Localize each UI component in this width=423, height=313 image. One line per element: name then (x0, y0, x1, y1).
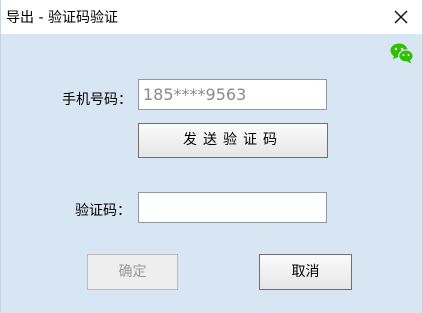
send-code-button[interactable]: 发送验证码 (138, 123, 328, 158)
close-icon (394, 10, 408, 24)
window-title: 导出 - 验证码验证 (6, 10, 118, 26)
code-field[interactable] (138, 192, 327, 223)
title-bar: 导出 - 验证码验证 (1, 0, 422, 34)
close-button[interactable] (388, 4, 414, 30)
code-label: 验证码： (75, 203, 131, 219)
phone-label: 手机号码： (62, 92, 132, 108)
confirm-button[interactable]: 确定 (87, 254, 178, 290)
cancel-button[interactable]: 取消 (259, 254, 352, 290)
dialog-window: 导出 - 验证码验证 手机号码： 发送验证码 验证码： 确定 取消 (0, 0, 423, 313)
phone-field[interactable] (138, 79, 327, 110)
wechat-icon (390, 43, 414, 64)
